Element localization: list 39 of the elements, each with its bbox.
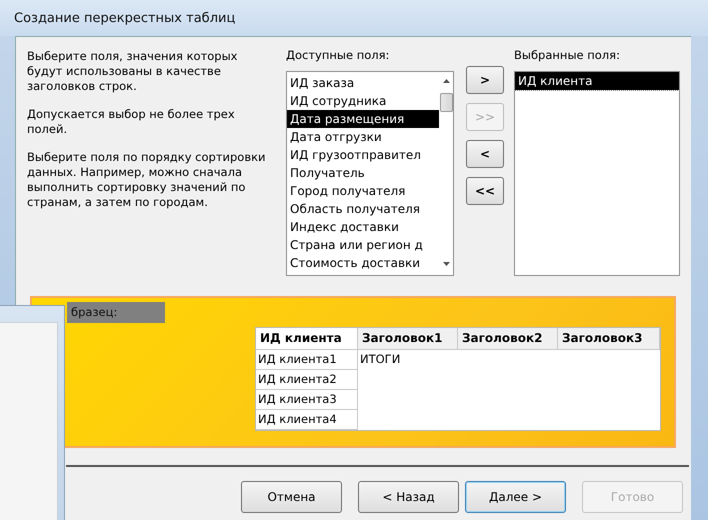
list-item[interactable]: Получатель	[287, 164, 439, 182]
available-fields-list[interactable]: ИД заказа ИД сотрудника Дата размещения Дата отгрузки ИД грузоотправител Получатель Город получателя Область получателя Индекс доставки Страна или регион д Стоимость доставки	[286, 71, 454, 276]
row-header: ИД клиента2	[256, 370, 358, 390]
list-item[interactable]: Страна или регион д	[287, 236, 439, 254]
column-header: Заголовок1	[358, 328, 458, 350]
sample-label: бразец:	[67, 302, 165, 323]
row-header: ИД клиента4	[256, 410, 358, 430]
dialog-button[interactable]: < Назад	[358, 481, 459, 513]
list-label: Выбранные поля:	[514, 49, 621, 64]
move-button[interactable]: <	[466, 140, 504, 168]
list-item[interactable]: Дата размещения	[287, 110, 439, 128]
row-header: ИД клиента3	[256, 390, 358, 410]
list-item[interactable]: Стоимость доставки	[287, 254, 439, 272]
instruction-text: Выберите поля, значения которых будут использованы в качестве заголовков строк.	[27, 49, 238, 94]
list-item[interactable]: Дата отгрузки	[287, 128, 439, 146]
list-item[interactable]: ИД грузоотправител	[287, 146, 439, 164]
list-item[interactable]: Город получателя	[287, 182, 439, 200]
selected-fields-list[interactable]: ИД клиента	[514, 71, 680, 276]
dialog-button[interactable]: Отмена	[241, 481, 342, 513]
instruction-text: Допускается выбор не более трех полей.	[27, 107, 236, 137]
table-cell: ИТОГИ	[360, 352, 400, 366]
move-button[interactable]: >	[466, 66, 504, 94]
dialog-button[interactable]: Далее >	[465, 481, 566, 513]
instruction-text: Выберите поля по порядку сортировки данных. Например, можно сначала выполнить сортировку значений по странам, а затем по городам.	[27, 150, 267, 210]
scroll-down-icon[interactable]	[442, 261, 450, 267]
list-item[interactable]: Индекс доставки	[287, 218, 439, 236]
row-header: ИД клиента1	[256, 350, 358, 370]
column-header: Заголовок2	[458, 328, 558, 350]
list-item[interactable]: ИД заказа	[287, 74, 439, 92]
list-label: Доступные поля:	[286, 49, 390, 64]
column-header: Заголовок3	[558, 328, 660, 350]
list-item[interactable]: ИД клиента	[515, 72, 679, 90]
scroll-up-icon[interactable]	[442, 78, 450, 84]
move-button[interactable]: <<	[466, 177, 504, 205]
scroll-thumb[interactable]	[440, 93, 452, 112]
column-header: ИД клиента	[256, 328, 358, 350]
list-item[interactable]: Область получателя	[287, 200, 439, 218]
list-item[interactable]: ИД сотрудника	[287, 92, 439, 110]
window-title: Создание перекрестных таблиц	[14, 10, 236, 26]
